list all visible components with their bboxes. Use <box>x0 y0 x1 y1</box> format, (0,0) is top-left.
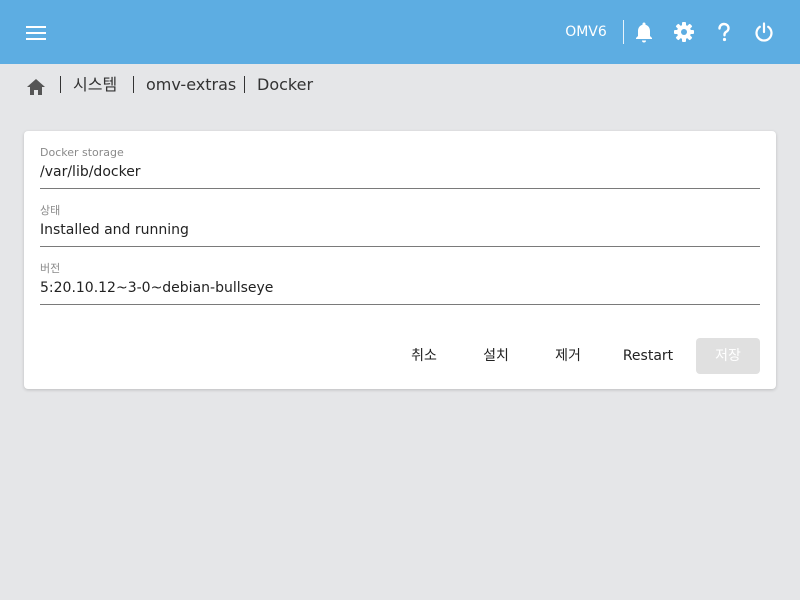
power-icon <box>755 22 773 42</box>
breadcrumb-home-button[interactable] <box>25 76 47 98</box>
docker-settings-card: Docker storage 상태 Installed and running … <box>24 131 776 389</box>
breadcrumb: 시스템 omv-extras Docker <box>0 64 800 106</box>
toolbar-divider <box>623 20 624 44</box>
version-field: 버전 5:20.10.12~3-0~debian-bullseye <box>40 262 760 305</box>
version-value: 5:20.10.12~3-0~debian-bullseye <box>40 280 274 296</box>
form-actions: 취소 설치 제거 Restart 저장 <box>24 338 776 374</box>
home-icon <box>27 79 45 95</box>
breadcrumb-separator <box>244 76 245 93</box>
top-toolbar: OMV6 <box>0 0 800 64</box>
menu-icon <box>26 26 46 40</box>
restart-button[interactable]: Restart <box>608 338 688 374</box>
help-icon <box>718 22 730 42</box>
settings-button[interactable] <box>672 20 696 44</box>
help-button[interactable] <box>712 20 736 44</box>
save-button[interactable]: 저장 <box>696 338 760 374</box>
breadcrumb-item-docker: Docker <box>257 75 314 94</box>
version-label: 버전 <box>40 262 61 275</box>
docker-storage-input[interactable] <box>40 162 760 182</box>
docker-storage-label: Docker storage <box>40 146 124 159</box>
menu-button[interactable] <box>22 21 50 45</box>
status-value: Installed and running <box>40 222 189 238</box>
notifications-button[interactable] <box>632 20 656 44</box>
gear-icon <box>674 22 694 42</box>
status-field: 상태 Installed and running <box>40 204 760 247</box>
breadcrumb-separator <box>133 76 134 93</box>
install-button[interactable]: 설치 <box>464 338 528 374</box>
remove-button[interactable]: 제거 <box>536 338 600 374</box>
cancel-button[interactable]: 취소 <box>392 338 456 374</box>
breadcrumb-separator <box>60 76 61 93</box>
breadcrumb-item-omv-extras[interactable]: omv-extras <box>146 74 236 96</box>
hostname-label: OMV6 <box>565 24 607 40</box>
bell-icon <box>636 22 652 43</box>
breadcrumb-item-system[interactable]: 시스템 <box>73 74 117 96</box>
status-label: 상태 <box>40 204 61 217</box>
docker-storage-field: Docker storage <box>40 146 760 189</box>
power-button[interactable] <box>752 20 776 44</box>
